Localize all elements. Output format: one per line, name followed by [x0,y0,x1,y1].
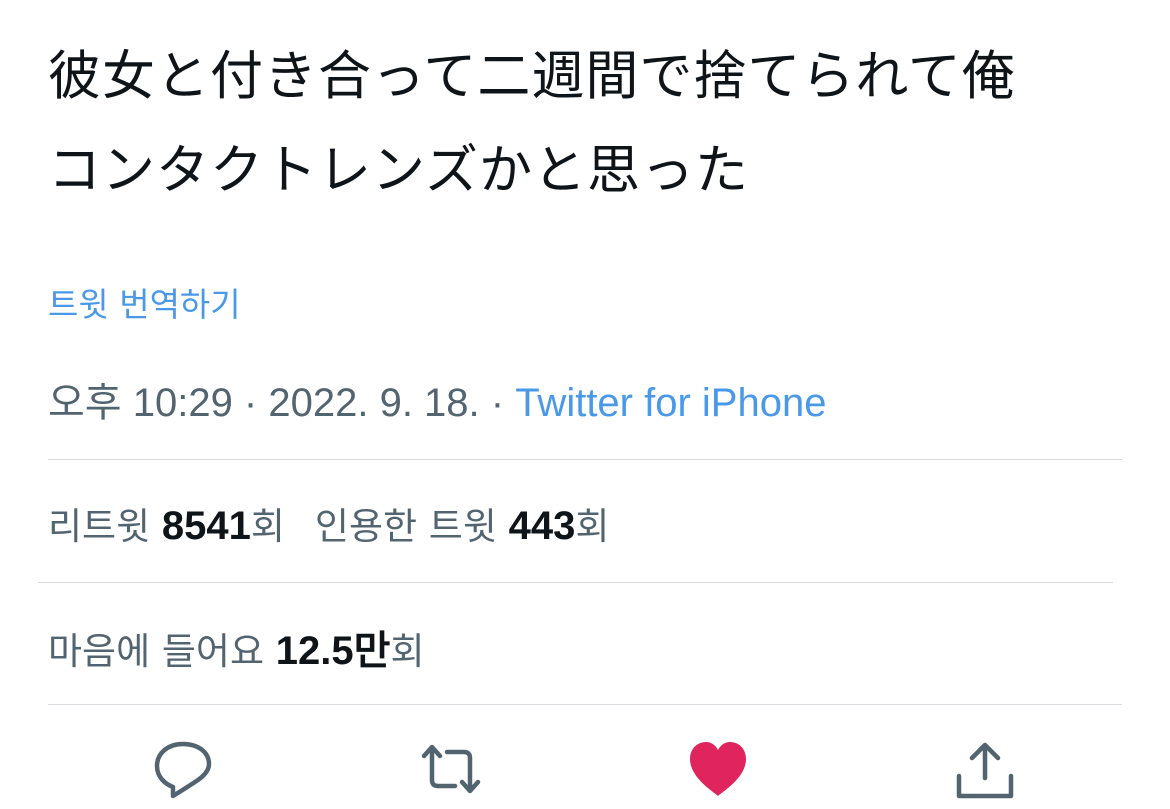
tweet-meta: 오후 10:29 · 2022. 9. 18. · Twitter for iP… [48,370,826,428]
share-button[interactable] [953,738,1017,802]
tweet-time: 오후 10:29 [48,381,233,425]
divider [48,459,1122,460]
like-count: 12.5 [275,629,354,673]
retweet-label: 리트윗 [48,505,162,548]
quote-count: 443 [508,504,576,548]
reply-button[interactable] [151,738,215,802]
retweet-stats: 리트윗 8541회 인용한 트윗 443회 [48,496,609,550]
quote-label: 인용한 트윗 [314,505,509,548]
tweet-text-line-2: コンタクトレンズかと思った [48,140,749,201]
divider [48,704,1122,705]
retweet-icon [421,744,481,794]
retweets-link[interactable]: 리트윗 8541회 [48,504,285,548]
meta-separator: · [232,381,269,425]
divider [38,582,1113,583]
like-count-unit: 만 [353,629,391,673]
like-button[interactable] [686,738,750,802]
like-unit: 회 [390,630,425,673]
retweet-count: 8541 [161,504,251,548]
meta-separator: · [479,381,516,425]
heart-icon [690,742,746,796]
tweet-action-bar [0,738,1170,809]
tweet-text-line-1: 彼女と付き合って二週間で捨てられて俺 [48,46,1016,107]
quote-tweets-link[interactable]: 인용한 트윗 443회 [314,504,610,548]
tweet-text: 彼女と付き合って二週間で捨てられて俺 コンタクトレンズかと思った [48,30,1138,218]
reply-icon [154,741,212,799]
retweet-button[interactable] [419,738,483,802]
likes-link[interactable]: 마음에 들어요 12.5만회 [48,618,424,676]
like-label: 마음에 들어요 [48,630,276,673]
translate-tweet-link[interactable]: 트윗 번역하기 [48,278,241,326]
quote-unit: 회 [575,505,610,548]
share-icon [956,742,1014,799]
tweet-date: 2022. 9. 18. [268,381,480,425]
retweet-unit: 회 [250,505,285,548]
tweet-source-link[interactable]: Twitter for iPhone [515,381,826,425]
